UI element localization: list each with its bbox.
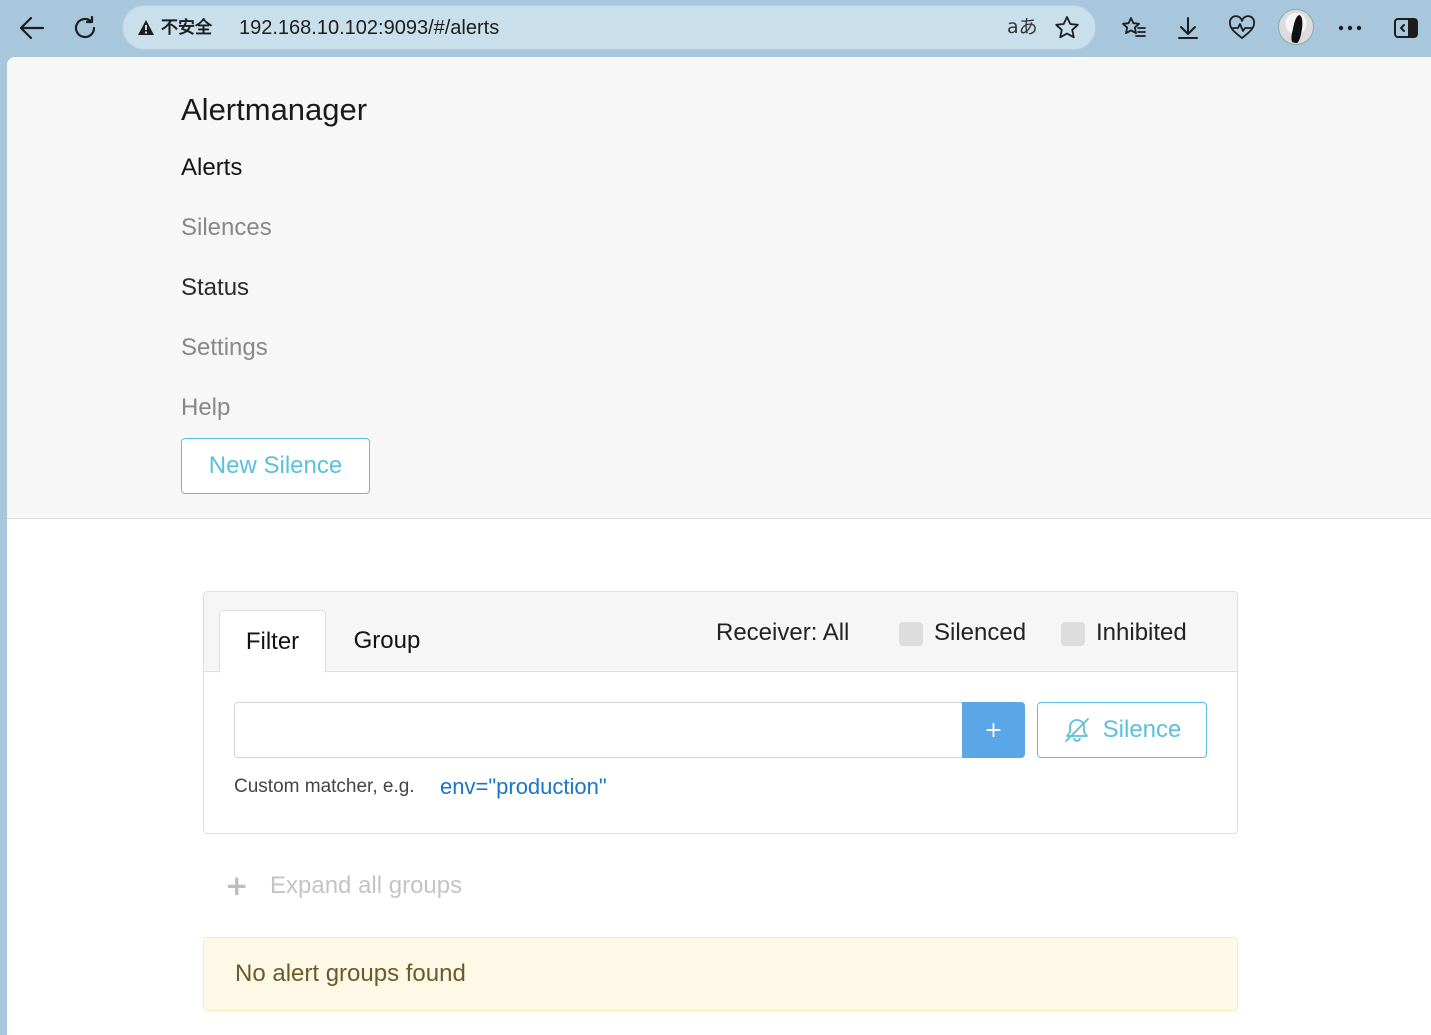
matcher-input[interactable] bbox=[234, 702, 963, 758]
read-aloud-button[interactable]: aあ bbox=[1007, 15, 1038, 39]
no-groups-message: No alert groups found bbox=[235, 960, 466, 987]
address-bar[interactable]: 不安全 192.168.10.102:9093/#/alerts aあ bbox=[122, 5, 1096, 50]
add-matcher-button[interactable]: + bbox=[962, 702, 1025, 758]
favorite-button[interactable] bbox=[1053, 14, 1081, 46]
plus-icon: + bbox=[225, 869, 249, 902]
expand-all-groups[interactable]: + Expand all groups bbox=[225, 871, 462, 901]
nav-item-alerts[interactable]: Alerts bbox=[181, 153, 242, 183]
star-icon bbox=[1055, 16, 1079, 39]
nav-item-silences[interactable]: Silences bbox=[181, 213, 272, 243]
favorites-button[interactable] bbox=[1114, 8, 1154, 48]
browser-toolbar: 不安全 192.168.10.102:9093/#/alerts aあ bbox=[0, 0, 1431, 56]
downloads-button[interactable] bbox=[1168, 8, 1208, 48]
filter-card: Filter Group Receiver: All Silenced Inhi… bbox=[203, 591, 1238, 834]
security-indicator[interactable]: 不安全 bbox=[137, 17, 212, 39]
new-silence-button[interactable]: New Silence bbox=[181, 438, 370, 494]
download-icon bbox=[1178, 17, 1198, 39]
navbar: Alertmanager Alerts Silences Status Sett… bbox=[7, 57, 1431, 519]
silence-button-label: Silence bbox=[1102, 716, 1182, 743]
inhibited-label[interactable]: Inhibited bbox=[1096, 618, 1187, 648]
inhibited-checkbox[interactable] bbox=[1061, 622, 1085, 646]
security-warning-text: 不安全 bbox=[161, 18, 212, 38]
silence-button[interactable]: Silence bbox=[1037, 702, 1207, 758]
arrow-left-icon bbox=[19, 16, 45, 40]
refresh-icon bbox=[74, 15, 96, 39]
page-content: Alertmanager Alerts Silences Status Sett… bbox=[7, 57, 1431, 1035]
tab-filter[interactable]: Filter bbox=[219, 610, 326, 673]
nav-item-help[interactable]: Help bbox=[181, 393, 230, 423]
warning-icon bbox=[138, 20, 154, 35]
more-button[interactable] bbox=[1330, 8, 1370, 48]
sidebar-toggle-icon bbox=[1394, 18, 1418, 38]
health-button[interactable] bbox=[1222, 8, 1262, 48]
favorites-list-icon bbox=[1122, 17, 1146, 37]
ellipsis-icon bbox=[1338, 25, 1362, 31]
silenced-checkbox[interactable] bbox=[899, 622, 923, 646]
matcher-hint: Custom matcher, e.g. bbox=[234, 776, 415, 797]
refresh-button[interactable] bbox=[65, 8, 105, 48]
brand-title[interactable]: Alertmanager bbox=[181, 90, 367, 130]
bell-slash-icon bbox=[1064, 718, 1089, 742]
profile-avatar[interactable] bbox=[1278, 9, 1314, 45]
nav-item-settings[interactable]: Settings bbox=[181, 333, 268, 363]
sidebar-button[interactable] bbox=[1386, 8, 1426, 48]
no-groups-alert: No alert groups found bbox=[203, 937, 1238, 1011]
back-button[interactable] bbox=[12, 8, 52, 48]
nav-item-status[interactable]: Status bbox=[181, 273, 249, 303]
matcher-example-link[interactable]: env="production" bbox=[440, 773, 607, 801]
silenced-label[interactable]: Silenced bbox=[934, 618, 1026, 648]
filter-card-header: Filter Group Receiver: All Silenced Inhi… bbox=[204, 592, 1237, 673]
url-text[interactable]: 192.168.10.102:9093/#/alerts bbox=[239, 16, 499, 40]
heartbeat-icon bbox=[1229, 15, 1255, 39]
expand-all-label: Expand all groups bbox=[270, 872, 463, 899]
tab-group[interactable]: Group bbox=[330, 610, 444, 672]
receiver-selector[interactable]: Receiver: All bbox=[716, 618, 849, 648]
